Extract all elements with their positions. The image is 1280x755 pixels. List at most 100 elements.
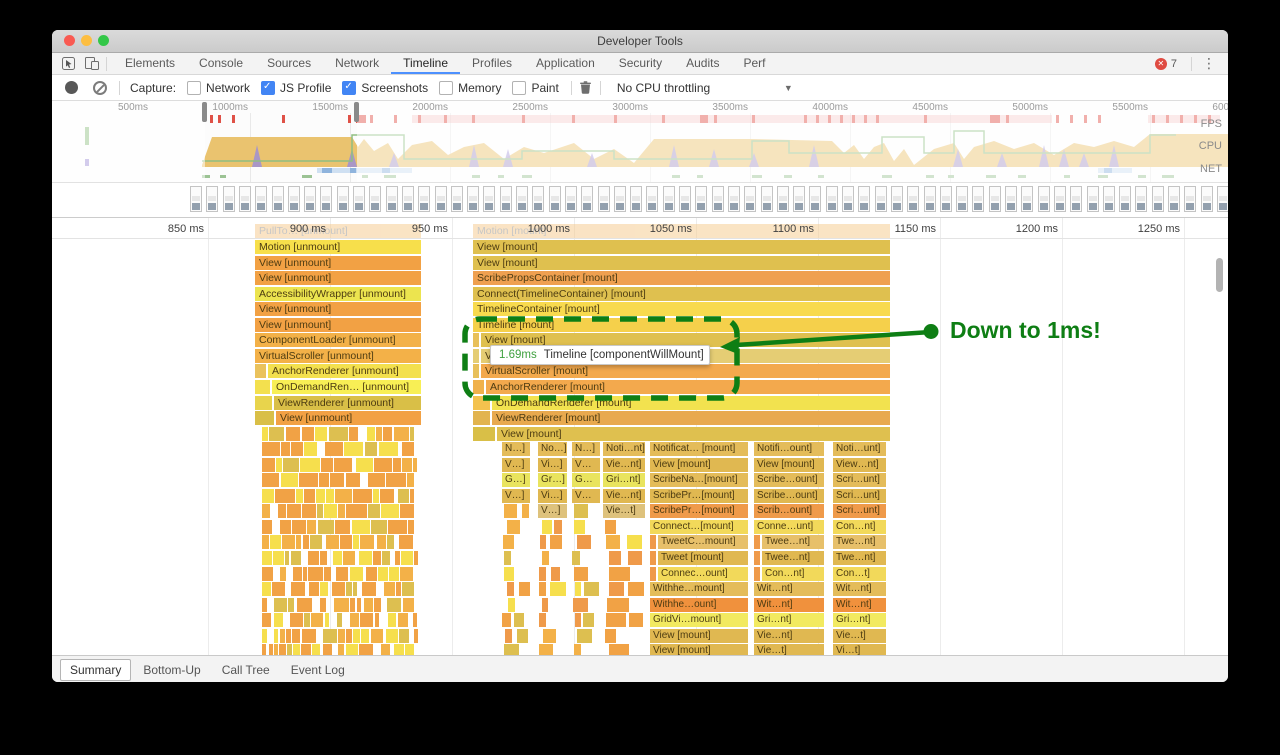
flame-bar[interactable]: Motion [unmount] [255,240,421,254]
filmstrip-frame[interactable] [190,186,202,212]
filmstrip-frame[interactable] [1070,186,1082,212]
flame-bar-small[interactable] [320,598,326,612]
flame-bar-small[interactable] [514,613,525,627]
flame-bar-small[interactable] [368,504,380,518]
flame-bar-small[interactable] [550,535,561,549]
flame-bar-small[interactable] [609,644,629,655]
filmstrip-frame[interactable] [679,186,691,212]
flame-bar-small[interactable] [262,582,271,596]
garbage-collect-icon[interactable] [578,80,594,96]
flame-bar-small[interactable] [352,520,370,534]
filmstrip-frame[interactable] [842,186,854,212]
flame-bar-small[interactable] [398,489,409,503]
filmstrip-frame[interactable] [1184,186,1196,212]
flame-bar-small[interactable] [280,629,286,643]
flame-bar-small[interactable] [262,504,270,518]
flame-bar[interactable]: ViewRenderer [mount] [492,411,890,425]
flame-bar[interactable]: Noti…nt] [603,442,645,456]
filmstrip-frame[interactable] [1103,186,1115,212]
tab-perf[interactable]: Perf [731,53,777,74]
flame-bar-small[interactable] [398,613,408,627]
flame-bar[interactable]: Scribe…ount] [754,473,824,487]
flame-bar-small[interactable] [360,613,373,627]
flame-bar-small[interactable] [628,551,643,565]
flame-bar-small[interactable] [387,535,394,549]
flame-bar[interactable]: ViewRenderer [unmount] [274,396,421,410]
flame-bar-small[interactable] [573,598,588,612]
flame-bar-small[interactable] [575,613,581,627]
filmstrip-frame[interactable] [239,186,251,212]
flame-bar-small[interactable] [353,489,371,503]
filmstrip-frame[interactable] [549,186,561,212]
flame-bar-small[interactable] [542,551,549,565]
flame-bar-small[interactable] [296,535,301,549]
flame-bar[interactable]: Twee…nt] [762,535,824,549]
flame-bar-small[interactable] [377,535,386,549]
filmstrip-frame[interactable] [272,186,284,212]
flame-bar-small[interactable] [301,644,311,655]
tab-audits[interactable]: Audits [674,53,731,74]
flame-bar-small[interactable] [275,489,294,503]
flame-bar-small[interactable] [279,644,286,655]
record-button[interactable] [65,81,78,94]
flame-bar[interactable]: ScribePr…[mount] [650,504,748,518]
filmstrip-frame[interactable] [565,186,577,212]
flame-bar-small[interactable] [286,427,301,441]
flame-bar-small[interactable] [317,504,323,518]
filmstrip-frame[interactable] [288,186,300,212]
flame-bar-small[interactable] [269,427,284,441]
flame-bar-small[interactable] [361,629,369,643]
capture-option-js-profile[interactable]: JS Profile [261,81,331,95]
flame-bar-small[interactable] [413,613,417,627]
flame-bar-small[interactable] [540,535,546,549]
flame-bar-small[interactable] [373,551,381,565]
flame-bar-small[interactable] [388,613,396,627]
flame-bar-small[interactable] [507,582,514,596]
flame-bar-small[interactable] [290,613,304,627]
flame-bar[interactable]: Vie…t] [754,644,824,655]
selection-handle-left[interactable] [202,101,208,123]
flame-bar-small[interactable] [650,551,656,565]
flame-bar[interactable]: No…] [538,442,567,456]
filmstrip-frame[interactable] [337,186,349,212]
flame-bar-small[interactable] [337,613,342,627]
filmstrip-frame[interactable] [304,186,316,212]
flame-bar-small[interactable] [386,473,406,487]
flame-bar-small[interactable] [343,551,355,565]
filmstrip-frame[interactable] [777,186,789,212]
filmstrip-frame[interactable] [418,186,430,212]
flame-bar[interactable]: Vi…] [538,489,567,503]
flame-bar-small[interactable] [754,535,760,549]
flame-bar[interactable]: Twe…nt] [833,551,886,565]
flame-bar-small[interactable] [473,427,495,441]
tab-application[interactable]: Application [524,53,607,74]
flame-bar[interactable]: OnDemandRenderer [mount] [492,396,890,410]
flame-bar[interactable]: ScribeNa…[mount] [650,473,748,487]
flame-bar-small[interactable] [346,582,352,596]
flame-bar-small[interactable] [262,567,273,581]
flame-bar-small[interactable] [362,582,376,596]
flame-bar-small[interactable] [403,598,414,612]
flame-bar-small[interactable] [285,551,290,565]
flame-bar-small[interactable] [402,458,412,472]
filmstrip-frame[interactable] [369,186,381,212]
flame-bar[interactable]: V…] [502,489,530,503]
flame-bar-small[interactable] [473,349,479,363]
flame-bar-small[interactable] [473,364,479,378]
flame-bar-small[interactable] [414,551,418,565]
flame-bar-small[interactable] [338,504,345,518]
flame-bar-small[interactable] [255,411,274,425]
filmstrip-frame[interactable] [532,186,544,212]
flame-bar-small[interactable] [522,504,529,518]
filmstrip-frame[interactable] [451,186,463,212]
flame-bar-small[interactable] [310,535,322,549]
flame-bar-small[interactable] [414,629,418,643]
detail-tab-call-tree[interactable]: Call Tree [213,660,279,680]
flame-bar-small[interactable] [388,520,408,534]
flame-bar[interactable]: V…] [502,458,530,472]
flame-bar[interactable]: View [mount] [650,644,748,655]
device-toolbar-icon[interactable] [84,56,100,72]
flame-bar-small[interactable] [325,442,343,456]
flame-bar[interactable]: Twee…nt] [762,551,824,565]
flame-bar-small[interactable] [281,473,299,487]
